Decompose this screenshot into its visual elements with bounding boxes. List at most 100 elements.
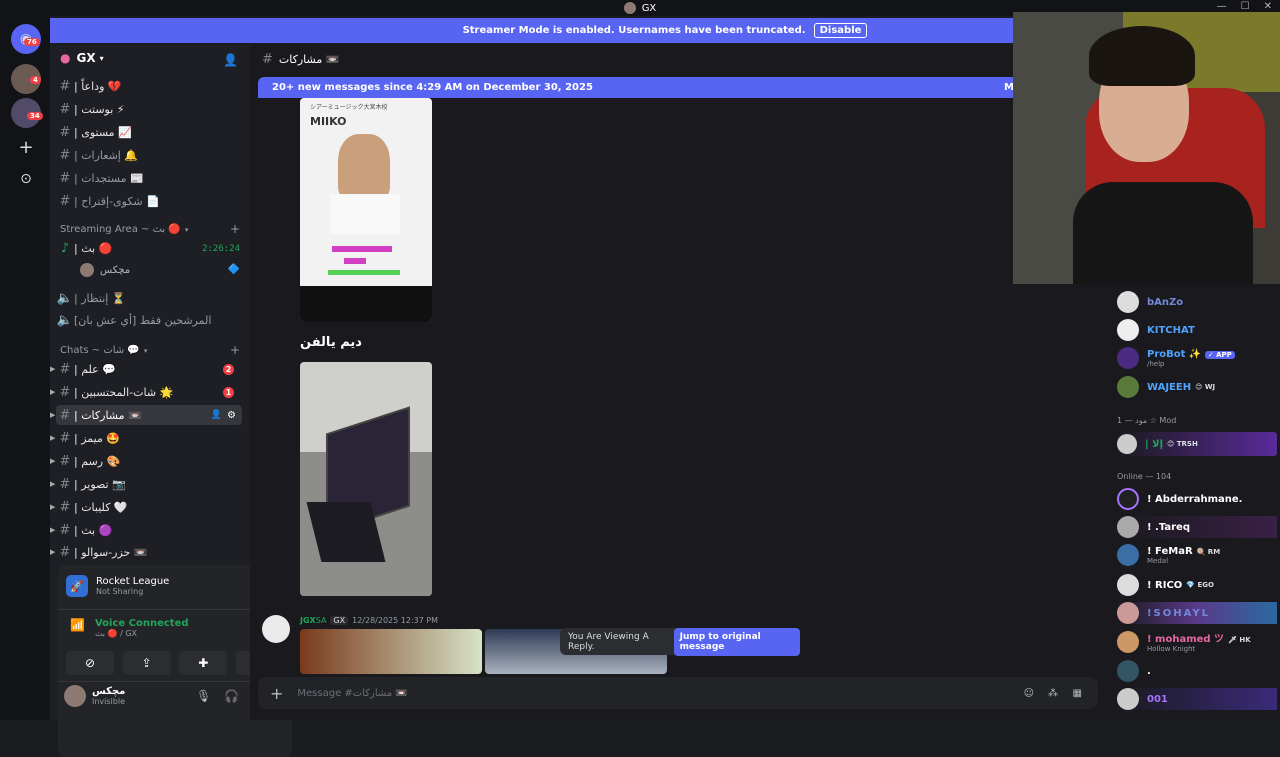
member-probot[interactable]: ProBot ✨ ✓ APP/help [1117,347,1235,369]
hash-icon: # [59,430,71,446]
new-messages-bar[interactable]: 20+ new messages since 4:29 AM on Decemb… [258,77,1018,98]
activity-button[interactable]: ✚ [179,651,228,675]
message-composer[interactable]: + Message #مشاركات 📼 ☺ ⁂ ▦ [258,677,1098,709]
channel-flag[interactable]: ▶ # | علم 💬 2 [50,359,242,379]
speaker-icon: 🔈 [56,290,74,306]
channel-clips[interactable]: ▶ # | كليبات 🤍 [50,497,242,517]
member-femar[interactable]: ! FeMaR 🍭 RM Medal [1117,544,1220,566]
attachment-image-2[interactable] [300,362,432,596]
channel-photography[interactable]: ▶ # | تصوير 📷 [50,474,242,494]
voice-member[interactable]: مچكس [80,263,130,277]
channel-boosters-chat[interactable]: ▶ # | شات-المحتسبين 🌟 1 [50,382,242,402]
apps-icon[interactable]: ⁂ [1048,688,1058,699]
invite-icon[interactable]: 👤 [223,53,238,67]
voice-channel-candidates[interactable]: 🔈 المرشحين فقط [أي عش بان] [56,310,242,330]
hash-icon: # [59,384,71,400]
user-info[interactable]: مچكس Invisible [64,685,125,707]
home-badge: 76 [24,38,40,46]
member-kitchat[interactable]: KITCHAT [1117,319,1195,341]
gift-icon[interactable]: ☺ [1024,688,1034,699]
discover-icon[interactable]: ⊙ [11,164,41,194]
channel-drawing[interactable]: ▶ # | رسم 🎨 [50,451,242,471]
member-wajeeh[interactable]: WAJEEH 😊 WJ [1117,376,1215,398]
member-mohamed[interactable]: ! mohamed ツ 🗡 HK Hollow Knight [1117,630,1251,653]
avatar [80,263,94,277]
window-avatar [623,2,636,14]
jump-to-original-button[interactable]: Jump to original message [673,627,800,656]
category-chats[interactable]: Chats ~ شات 💬 ▾ [60,345,147,356]
guild-icon: ● [60,51,71,65]
avatar [1117,376,1139,398]
member-sohayl[interactable]: !SOHAYL [1117,602,1277,624]
microphone-icon[interactable]: 🎙 [196,689,211,703]
channel-memes[interactable]: ▶ # | ميمز 🤩 [50,428,242,448]
guild-header[interactable]: ● GX ▾ [60,51,104,65]
banner-text: Streamer Mode is enabled. Usernames have… [462,25,806,36]
expand-arrow-icon: ▶ [50,503,56,511]
author-name[interactable]: JGX [300,616,316,625]
chevron-down-icon: ▾ [143,346,148,355]
hash-icon: # [262,51,273,67]
game-name: Rocket League [96,576,170,587]
member-dot[interactable]: . [1117,660,1151,682]
member-mod[interactable]: | إلا 😊 TRSH [1117,432,1277,456]
channel-boost[interactable]: # | بوستت ⚡ [56,99,242,119]
channel-shares[interactable]: ▶ # | مشاركات 📼 ⚙ 👤 [50,405,242,425]
person-shirt [1073,182,1253,284]
window-title: GX [641,2,657,14]
member-001[interactable]: 001 [1117,688,1277,710]
guild-tag: GX [330,616,349,625]
hash-icon: # [59,147,71,163]
member-list: bAnZo KITCHAT ProBot ✨ ✓ APP/help WAJEEH… [1105,283,1280,720]
webcam-overlay [1013,12,1280,284]
voice-status[interactable]: 📶 Voice Connected بث 🔴 / GX [70,618,189,638]
channel-notifications[interactable]: # | إشعارات 🔔 [56,145,242,165]
camera-off-button[interactable]: ⊘ [66,651,114,675]
category-streaming[interactable]: Streaming Area ~ بث 🔴 ▾ [60,224,188,235]
voice-channel-wait[interactable]: 🔈 | إنتظار ⏳ [56,288,242,308]
invite-icon[interactable]: 👤 [211,410,222,420]
avatar [1117,516,1139,538]
online-header: Online — 104 [1117,472,1172,481]
attachment-image-3[interactable] [300,629,482,674]
member-abderrahmane[interactable]: ! Abderrahmane. [1117,488,1242,510]
minimize-icon[interactable]: — [1217,1,1227,12]
reply-banner: You Are Viewing A Reply. Jump to origina… [560,627,800,656]
channel-stream[interactable]: ▶ # | بث 🟣 [50,520,242,540]
channel-sidebar: ● GX ▾ 👤 # | وداعاً 💔 # | بوستت ⚡ # | مستوى… [50,45,292,757]
member-banzo[interactable]: bAnZo [1117,291,1183,313]
grid-icon[interactable]: ▦ [1073,688,1082,699]
expand-arrow-icon: ▶ [50,388,56,396]
guild-name: GX [76,51,96,65]
add-attachment-icon[interactable]: + [270,684,283,703]
expand-arrow-icon: ▶ [50,480,56,488]
settings-gear-icon[interactable]: ⚙ [227,410,236,421]
attachment-image-1[interactable]: シアーミュージック大宮木校 MIIKO [300,98,432,322]
game-icon: 🚀 [66,575,88,597]
avatar [1117,488,1139,510]
message-timestamp: 12/28/2025 12:37 PM [352,616,439,625]
channel-suggestions[interactable]: # | شكوى-إقتراح 📄 [56,191,242,211]
screen-share-button[interactable]: ⇪ [122,651,171,675]
chevron-down-icon: ▾ [184,225,189,234]
channel-updates[interactable]: # | مستجدات 📰 [56,168,242,188]
channel-level[interactable]: # | مستوى 📈 [56,122,242,142]
maximize-icon[interactable]: ☐ [1241,1,1250,12]
disable-button[interactable]: Disable [813,23,868,38]
add-server-icon[interactable]: + [11,132,41,162]
message-input[interactable]: Message #مشاركات 📼 [297,688,407,699]
channel-farewell[interactable]: # | وداعاً 💔 [56,76,242,96]
avatar [1117,630,1139,653]
avatar[interactable] [262,615,290,643]
member-tareq[interactable]: ! .Tareq [1117,516,1277,538]
add-channel-icon[interactable]: + [230,343,240,357]
close-icon[interactable]: ✕ [1264,1,1272,12]
headphones-icon[interactable]: 🎧 [224,689,239,703]
avatar [1117,688,1139,710]
add-channel-icon[interactable]: + [230,222,240,236]
avatar [1117,319,1139,341]
hash-icon: # [59,453,71,469]
member-rico[interactable]: ! RICO 💎 EGO [1117,574,1214,596]
channel-guess[interactable]: ▶ # | حزر-سوالو 📼 [50,542,242,562]
hash-icon: # [59,522,71,538]
